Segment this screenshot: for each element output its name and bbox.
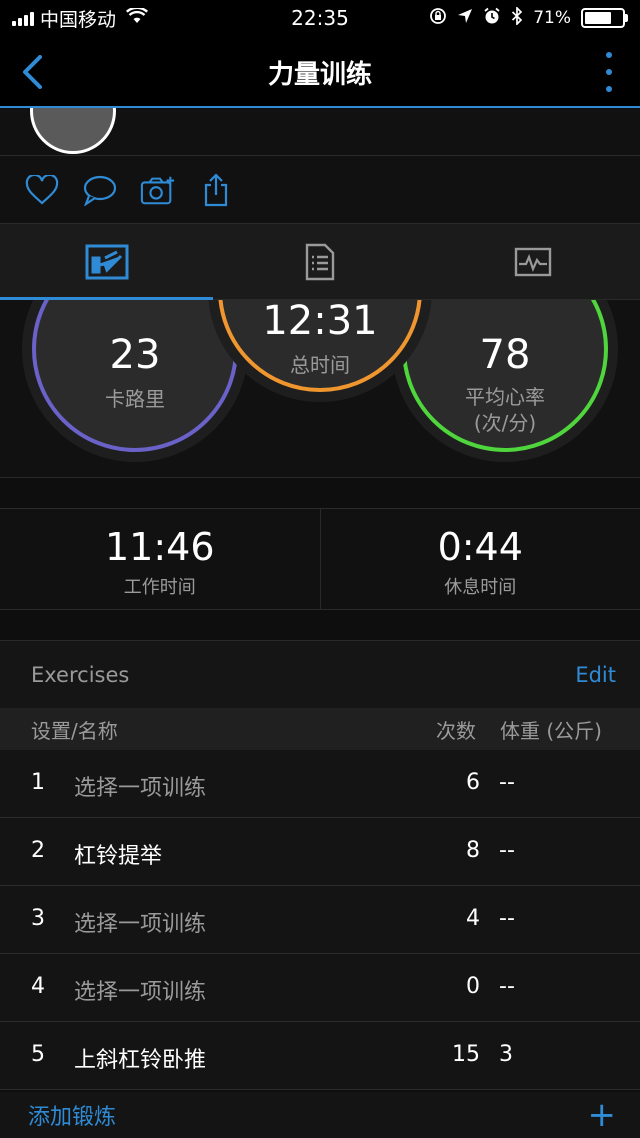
heart-rate-chart-icon [515, 247, 552, 276]
total-time-ring: 12:31 总时间 [218, 300, 422, 392]
exercise-reps: 0 [466, 974, 480, 999]
tab-graph[interactable] [427, 224, 640, 299]
wifi-icon [126, 6, 149, 29]
exercise-row[interactable]: 1 选择一项训练 6 -- [0, 750, 640, 818]
stats-rings: 23 卡路里 12:31 总时间 78 平均心率 (次/分) [0, 300, 640, 478]
page-title: 力量训练 [267, 59, 372, 90]
chevron-left-icon [23, 55, 42, 89]
exercises-column-header: 设置/名称 次数 体重 (公斤) [0, 708, 640, 750]
heart-icon [25, 174, 59, 204]
list-document-icon [305, 243, 335, 280]
add-exercise-label[interactable]: 添加锻炼 [28, 1099, 116, 1131]
exercise-name: 杠铃提举 [74, 844, 163, 869]
row-number: 1 [31, 770, 45, 795]
exercises-header: Exercises Edit [0, 640, 640, 708]
exercises-title: Exercises [31, 662, 130, 687]
chart-icon [85, 244, 129, 279]
work-time-label: 工作时间 [123, 577, 196, 598]
activity-header [0, 108, 640, 156]
heart-rate-ring: 78 平均心率 (次/分) [402, 300, 608, 452]
calories-ring: 23 卡路里 [32, 300, 238, 452]
exercise-name: 选择一项训练 [74, 776, 207, 801]
bluetooth-icon [511, 5, 523, 30]
exercise-weight: -- [499, 838, 515, 863]
more-dots-icon [606, 52, 612, 58]
exercise-row[interactable]: 5 上斜杠铃卧推 15 3 [0, 1022, 640, 1090]
exercise-list: 1 选择一项训练 6 -- 2 杠铃提举 8 -- 3 选择一项训练 4 -- … [0, 750, 640, 1090]
exercise-name: 选择一项训练 [74, 912, 207, 937]
exercise-weight: -- [499, 770, 515, 795]
comment-button[interactable] [82, 172, 118, 208]
carrier-name: 中国移动 [40, 8, 117, 31]
rest-time-value: 0:44 [437, 525, 523, 569]
exercise-name: 选择一项训练 [74, 980, 207, 1005]
row-number: 4 [31, 974, 45, 999]
exercise-weight: 3 [499, 1042, 513, 1067]
calories-value: 23 [109, 332, 161, 378]
exercise-reps: 15 [452, 1042, 480, 1067]
column-name: 设置/名称 [31, 718, 118, 743]
exercise-row[interactable]: 2 杠铃提举 8 -- [0, 818, 640, 886]
exercise-row[interactable]: 3 选择一项训练 4 -- [0, 886, 640, 954]
total-time-label: 总时间 [290, 353, 350, 377]
exercise-name: 上斜杠铃卧推 [74, 1048, 207, 1073]
rest-time-stat: 0:44 休息时间 [319, 509, 640, 609]
more-options-button[interactable] [604, 52, 614, 92]
exercise-row[interactable]: 4 选择一项训练 0 -- [0, 954, 640, 1022]
calories-label: 卡路里 [105, 387, 165, 411]
add-plus-icon[interactable]: + [588, 1098, 617, 1132]
avatar[interactable] [30, 108, 116, 154]
battery-percent: 71% [533, 8, 571, 28]
cellular-signal-icon [12, 10, 34, 26]
column-weight: 体重 (公斤) [500, 718, 602, 743]
heart-rate-unit: (次/分) [473, 411, 537, 435]
work-rest-stats: 11:46 工作时间 0:44 休息时间 [0, 508, 640, 610]
exercise-reps: 4 [466, 906, 480, 931]
tab-details[interactable] [213, 224, 426, 299]
like-button[interactable] [24, 172, 60, 208]
exercise-reps: 6 [466, 770, 480, 795]
social-actions [0, 156, 640, 224]
tab-summary[interactable] [0, 224, 214, 300]
add-exercise-row[interactable]: 添加锻炼 + [0, 1092, 640, 1138]
column-reps: 次数 [436, 718, 476, 743]
work-time-stat: 11:46 工作时间 [0, 509, 320, 609]
orientation-lock-icon [429, 7, 447, 30]
edit-button[interactable]: Edit [575, 663, 616, 687]
heart-rate-value: 78 [479, 332, 531, 378]
activity-tabs [0, 224, 640, 300]
camera-add-icon [140, 176, 175, 204]
exercise-weight: -- [499, 974, 515, 999]
total-time-value: 12:31 [262, 300, 378, 344]
add-photo-button[interactable] [140, 172, 176, 208]
location-icon [457, 8, 473, 29]
comment-bubble-icon [83, 175, 117, 206]
status-bar: 中国移动 22:35 71% [0, 0, 640, 36]
back-button[interactable] [12, 50, 52, 94]
navigation-bar: 力量训练 [0, 36, 640, 108]
rest-time-label: 休息时间 [444, 577, 517, 598]
battery-icon [581, 8, 625, 28]
share-button[interactable] [198, 172, 234, 208]
row-number: 2 [31, 838, 45, 863]
exercise-weight: -- [499, 906, 515, 931]
row-number: 3 [31, 906, 45, 931]
heart-rate-label: 平均心率 [465, 385, 545, 409]
work-time-value: 11:46 [104, 525, 215, 569]
alarm-icon [483, 7, 501, 30]
share-icon [204, 172, 228, 206]
row-number: 5 [31, 1042, 45, 1067]
exercise-reps: 8 [466, 838, 480, 863]
